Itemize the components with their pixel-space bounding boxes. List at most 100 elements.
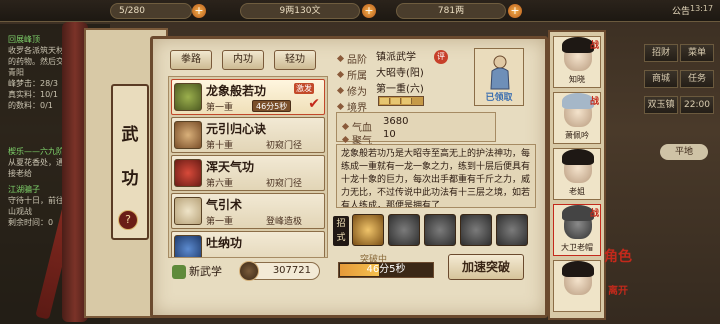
tab-fist[interactable]: 拳路 (170, 50, 212, 70)
notice-button[interactable]: 公告 (672, 4, 690, 17)
character-name: 老姐 (569, 187, 585, 196)
battle-badge: 战 (589, 41, 599, 51)
skill-name: 龙象般若功 (206, 84, 267, 98)
skill-icon (174, 235, 202, 257)
skill-level: 第一重 (206, 103, 234, 113)
skill-item[interactable]: 元引归心诀 第十重 初窥门径 (171, 117, 325, 153)
skill-level: 第一重 (206, 217, 234, 227)
stamina-counter: 5/280 (110, 3, 192, 19)
leave-button[interactable]: 离开 (608, 282, 628, 297)
hair-shape (562, 149, 594, 165)
add-stamina-button[interactable]: + (192, 4, 206, 18)
diamond-icon (341, 135, 350, 144)
tab-lightness[interactable]: 轻功 (274, 50, 316, 70)
moves-label: 招式 (333, 216, 349, 246)
hair-shape (562, 261, 594, 277)
move-slot[interactable] (352, 214, 384, 246)
skill-icon (174, 121, 202, 149)
skill-list[interactable]: 龙象般若功 激发 第一重 46分5秒 ✔ 元引归心诀 第十重 初窥门径 浑天气功… (168, 76, 328, 258)
add-money-button[interactable]: + (362, 4, 376, 18)
menu-item[interactable]: 菜单 (680, 44, 714, 62)
tab-internal[interactable]: 内功 (222, 50, 264, 70)
diamond-icon (336, 70, 345, 79)
breakthrough-progress: 46分5秒 (338, 262, 434, 278)
activated-badge: 激发 (294, 83, 314, 94)
grade-value: 镇派武学 (376, 52, 416, 63)
money-value: 9两130文 (279, 6, 321, 16)
scroll-title-char: 武 (121, 125, 139, 145)
menu-item[interactable]: 招财 (644, 44, 678, 62)
skill-icon (174, 159, 202, 187)
skill-item[interactable]: 气引术 第一重 登峰造极 (171, 193, 325, 229)
skill-item[interactable]: 吐纳功 (171, 231, 325, 257)
move-slot[interactable] (424, 214, 456, 246)
battle-badge: 战 (589, 209, 599, 219)
new-skill-label: 新武学 (189, 265, 222, 278)
skill-item[interactable]: 浑天气功 第六重 初窥门径 (171, 155, 325, 191)
potential-counter: 307721 (239, 261, 320, 281)
scroll-title-char: 功 (121, 169, 139, 189)
new-skill-button[interactable]: 新武学 (172, 262, 238, 282)
checkmark-icon: ✔ (308, 96, 320, 112)
character-column: 战 知晓 战 萧佩吟 老姐 战 大卫老帽 (548, 30, 606, 320)
terrain-label: 平地 (660, 144, 708, 160)
stamina-value: 5/280 (119, 6, 145, 16)
skill-name: 浑天气功 (206, 160, 255, 174)
game-time: 22:00 (680, 96, 714, 114)
skill-level: 第六重 (206, 179, 234, 189)
character-card[interactable]: 战 大卫老帽 (553, 204, 601, 256)
gold-counter: 781两 (396, 3, 506, 19)
sect-value: 大昭寺(阳) (376, 68, 424, 79)
top-bar (0, 0, 720, 22)
book-icon (172, 265, 186, 279)
skill-item[interactable]: 龙象般若功 激发 第一重 46分5秒 ✔ (171, 79, 325, 115)
character-name: 知晓 (569, 75, 585, 84)
character-name: 大卫老帽 (561, 243, 593, 252)
stat-value: 10 (383, 129, 396, 140)
cultivation-value: 第一重(六) (376, 84, 424, 95)
battle-badge: 战 (589, 97, 599, 107)
skill-name: 吐纳功 (206, 236, 243, 250)
move-slot[interactable] (388, 214, 420, 246)
help-button[interactable]: ? (118, 210, 138, 230)
character-card[interactable] (553, 260, 601, 312)
gold-value: 781两 (437, 6, 465, 16)
diamond-icon (336, 86, 345, 95)
speed-up-breakthrough-button[interactable]: 加速突破 (448, 254, 524, 280)
skill-tier: 登峰造极 (266, 217, 303, 227)
menu-item[interactable]: 任务 (680, 70, 714, 88)
realm-bar (378, 96, 424, 106)
monk-figure-icon (490, 55, 510, 90)
location-label: 双玉镇 (644, 96, 678, 114)
diamond-icon (336, 54, 345, 63)
skill-tier: 初窥门径 (266, 179, 303, 189)
character-card[interactable]: 战 萧佩吟 (553, 92, 601, 144)
character-name: 萧佩吟 (565, 131, 589, 140)
clock: 13:17 (690, 4, 714, 13)
stats-box: 气血 3680 聚气 10 (336, 112, 496, 147)
move-slot[interactable] (496, 214, 528, 246)
breakthrough-time: 46分5秒 (366, 264, 406, 275)
skill-level: 第十重 (206, 141, 234, 151)
diamond-icon (336, 102, 345, 111)
monk-portrait[interactable]: 已领取 (474, 48, 524, 106)
skill-name: 元引归心诀 (206, 122, 267, 136)
skill-icon (174, 83, 202, 111)
skill-name: 气引术 (206, 198, 243, 212)
money-counter: 9两130文 (240, 3, 360, 19)
potential-icon (239, 261, 259, 281)
role-tab[interactable]: 角色 (604, 246, 632, 266)
skill-icon (174, 197, 202, 225)
skill-tier: 初窥门径 (266, 141, 303, 151)
menu-item[interactable]: 商城 (644, 70, 678, 88)
portrait-label: 已领取 (485, 93, 513, 103)
skill-timer: 46分5秒 (252, 100, 292, 112)
character-card[interactable]: 老姐 (553, 148, 601, 200)
potential-value: 307721 (272, 265, 311, 276)
skill-description: 龙象般若功乃是大昭寺至高无上的护法神功，每练成一重就有一龙一象之力，练到十层后便… (336, 144, 536, 208)
move-slot[interactable] (460, 214, 492, 246)
add-gold-button[interactable]: + (508, 4, 522, 18)
character-card[interactable]: 战 知晓 (553, 36, 601, 88)
stat-value: 3680 (383, 116, 409, 127)
grade-badge[interactable]: 评 (434, 50, 448, 64)
